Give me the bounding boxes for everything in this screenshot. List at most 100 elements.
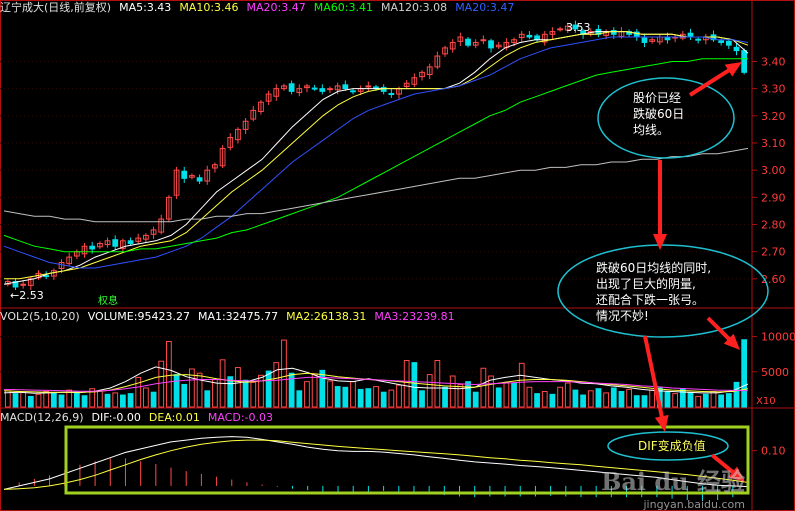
candle bbox=[288, 83, 295, 92]
volume-bar bbox=[580, 394, 586, 408]
dif-value: DIF:-0.00 bbox=[91, 411, 141, 424]
callout-dif-negative: DIF变成负值 bbox=[638, 439, 706, 453]
volume-bar bbox=[35, 393, 42, 408]
vol-ma1: MA1:32475.77 bbox=[197, 310, 279, 323]
candle bbox=[196, 177, 203, 182]
axis-tick-label: 3.00 bbox=[761, 164, 786, 177]
callout2-line: 还配合下跌一张弓。 bbox=[596, 293, 705, 307]
volume-bar bbox=[365, 388, 372, 408]
ma60-legend: MA60:3.41 bbox=[313, 1, 373, 14]
candle bbox=[526, 34, 533, 38]
volume-bar bbox=[664, 391, 671, 408]
volume-bar bbox=[403, 360, 410, 408]
vol-ma3: MA3:23239.81 bbox=[374, 310, 455, 323]
candle bbox=[319, 88, 326, 92]
watermark-brand: Bai du 经验 bbox=[601, 467, 745, 496]
macd-legend: MACD(12,26,9) DIF:-0.00 DEA:0.01 MACD:-0.03 bbox=[0, 410, 281, 426]
candle bbox=[641, 37, 648, 43]
volume-bar bbox=[549, 393, 556, 408]
volume-bar bbox=[235, 367, 241, 408]
candle bbox=[725, 40, 732, 46]
volume-bar bbox=[104, 393, 111, 408]
volume-bar bbox=[242, 379, 249, 408]
candle bbox=[181, 170, 188, 179]
candle bbox=[687, 32, 694, 38]
volume-bar bbox=[181, 383, 188, 408]
volume-bar bbox=[465, 381, 471, 408]
axis-tick-label: 3.40 bbox=[761, 55, 786, 68]
arrow-shaft bbox=[706, 316, 733, 343]
candle bbox=[610, 29, 617, 35]
volume-bar bbox=[342, 386, 349, 408]
volume-bar bbox=[557, 386, 563, 408]
axis-tick-label: 0.10 bbox=[761, 445, 786, 458]
volume-bar bbox=[534, 393, 540, 408]
callout1-line: 股价已经 bbox=[633, 91, 682, 105]
volume-bar bbox=[641, 395, 648, 408]
volume-bar bbox=[327, 380, 333, 408]
price-panel: 2.602.702.802.903.003.103.203.303.40 bbox=[0, 20, 786, 290]
volume-bar bbox=[258, 374, 264, 408]
candle bbox=[327, 88, 333, 91]
volume-value: VOLUME:95423.27 bbox=[87, 310, 190, 323]
macd-title: MACD(12,26,9) bbox=[0, 411, 84, 424]
candle bbox=[388, 93, 395, 96]
candle bbox=[534, 35, 540, 41]
volume-bar bbox=[357, 388, 364, 408]
volume-bar bbox=[127, 393, 134, 408]
watermark-url: jingyan.baidu.com bbox=[643, 498, 745, 511]
axis-tick-label: 3.20 bbox=[761, 110, 786, 123]
volume-bar bbox=[702, 393, 709, 408]
callout1-line: 均线。 bbox=[633, 123, 670, 137]
volume-bar bbox=[43, 391, 50, 408]
outer-border bbox=[0, 0, 795, 511]
ma20-legend: MA20:3.47 bbox=[246, 1, 306, 14]
volume-bar bbox=[250, 381, 257, 408]
volume-bar bbox=[50, 392, 57, 408]
volume-bar bbox=[311, 373, 318, 408]
volume-bar bbox=[319, 369, 326, 408]
volume-bar bbox=[196, 372, 203, 408]
axis-tick-label: 3.10 bbox=[761, 137, 786, 150]
callout1-line: 跌破60日 bbox=[633, 107, 685, 121]
volume-bar bbox=[541, 391, 548, 408]
volume-bar bbox=[526, 386, 533, 408]
dea-value: DEA:0.01 bbox=[148, 411, 200, 424]
volume-bar bbox=[710, 391, 717, 408]
low-price-label: ←2.53 bbox=[10, 289, 44, 302]
volume-bar bbox=[296, 390, 303, 408]
volume-panel: 5000 10000 X10 bbox=[0, 331, 795, 408]
candle bbox=[557, 28, 563, 31]
volume-bar bbox=[204, 390, 211, 408]
volume-bar bbox=[27, 395, 34, 408]
volume-bar bbox=[725, 393, 732, 408]
volume-bar bbox=[265, 370, 272, 408]
ma-line-ma20 bbox=[3, 36, 749, 269]
candle bbox=[89, 245, 96, 250]
volume-bar bbox=[150, 391, 157, 408]
ma10-legend: MA10:3.46 bbox=[179, 1, 239, 14]
volume-bar bbox=[503, 381, 510, 408]
axis-tick-label: 5000 bbox=[761, 366, 789, 379]
volume-bar bbox=[649, 389, 656, 408]
candle bbox=[465, 38, 471, 46]
volume-bar bbox=[388, 389, 395, 408]
volume-bar bbox=[572, 389, 579, 408]
volume-bar bbox=[434, 360, 441, 408]
candle bbox=[365, 85, 372, 88]
axis-tick-label: 10000 bbox=[761, 331, 795, 344]
volume-bar bbox=[733, 381, 740, 408]
ma20b-legend: MA20:3.47 bbox=[455, 1, 515, 14]
volume-bar bbox=[350, 381, 356, 408]
candle bbox=[112, 239, 119, 247]
volume-bar bbox=[426, 374, 433, 408]
stock-chart: 2.602.702.802.903.003.103.203.303.40 500… bbox=[0, 0, 795, 511]
axis-tick-label: 2.80 bbox=[761, 218, 786, 231]
chart-frame bbox=[0, 0, 795, 511]
volume-bar bbox=[73, 391, 80, 408]
volume-bar bbox=[672, 393, 679, 408]
ma-line-ma120 bbox=[3, 147, 749, 223]
volume-legend: VOL2(5,10,20) VOLUME:95423.27 MA1:32475.77… bbox=[0, 309, 463, 325]
volume-bar bbox=[419, 390, 425, 408]
high-price-label: 3.53 bbox=[566, 21, 591, 34]
